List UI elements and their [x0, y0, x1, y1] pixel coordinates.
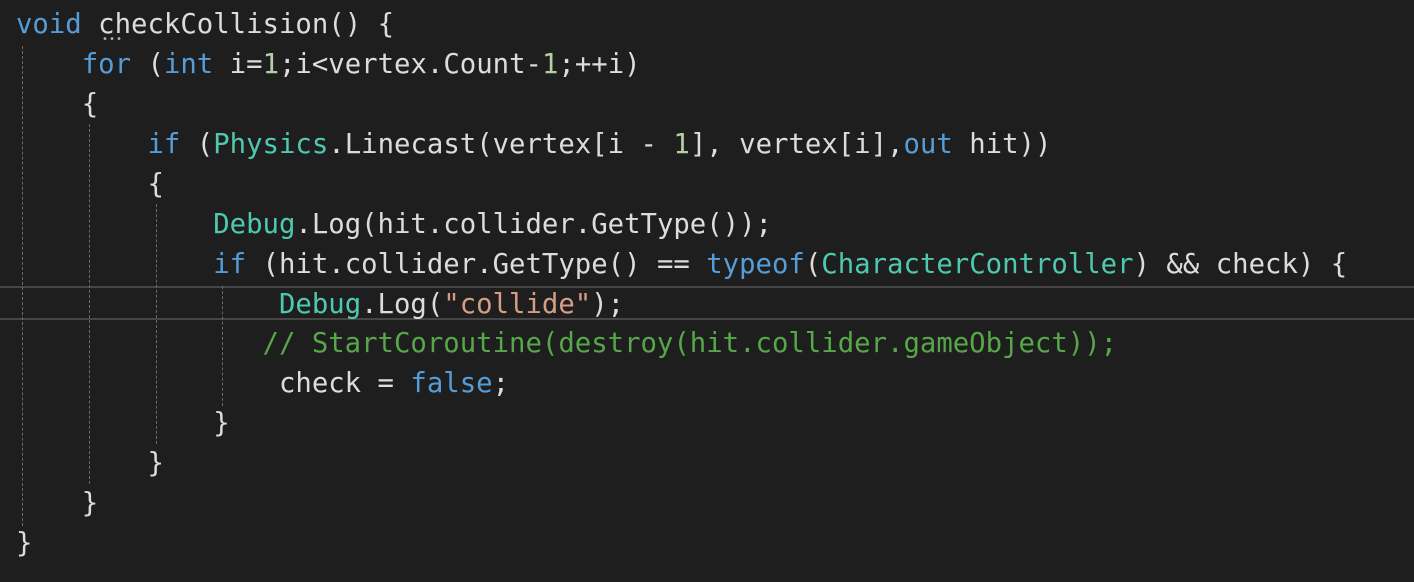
code-token: ], vertex[i],	[689, 129, 904, 160]
code-token: // StartCoroutine(destroy(hit.collider.g…	[262, 328, 1118, 359]
code-line[interactable]: Debug.Log("collide");	[16, 285, 624, 325]
code-token: Debug	[213, 209, 296, 240]
code-token: ;	[492, 368, 510, 399]
code-token: 1	[541, 49, 559, 80]
code-token: (hit.collider.GetType() ==	[246, 249, 707, 280]
code-token: }	[16, 488, 99, 519]
code-token: i=	[213, 49, 263, 80]
code-token: out	[903, 129, 953, 160]
code-token: if	[147, 129, 181, 160]
code-token: checkCollision() {	[81, 9, 394, 40]
code-token: void	[16, 9, 82, 40]
code-line[interactable]: if (hit.collider.GetType() == typeof(Cha…	[16, 245, 1347, 285]
code-line[interactable]: Debug.Log(hit.collider.GetType());	[16, 205, 772, 245]
code-token: int	[163, 49, 214, 80]
code-token: (	[180, 129, 214, 160]
code-token: .Log(hit.collider.GetType());	[295, 209, 772, 240]
code-line[interactable]: void checkCollision() {	[16, 5, 394, 45]
code-line[interactable]: // StartCoroutine(destroy(hit.collider.g…	[16, 324, 1118, 364]
code-token: (	[131, 49, 164, 80]
code-line[interactable]: for (int i=1;i<vertex.Count-1;++i)	[16, 45, 641, 85]
code-line[interactable]: {	[16, 165, 164, 205]
code-token: typeof	[706, 249, 805, 280]
code-token: hit))	[952, 129, 1052, 160]
code-token: }	[16, 448, 164, 479]
code-token: "collide"	[443, 289, 592, 320]
code-token: if	[213, 249, 247, 280]
code-token: .Log(	[361, 289, 444, 320]
code-line[interactable]: check = false;	[16, 364, 509, 404]
code-token: {	[16, 89, 99, 120]
code-token: }	[16, 528, 33, 559]
code-line[interactable]: }	[16, 524, 32, 564]
code-token: false	[410, 368, 493, 399]
code-token: for	[81, 49, 132, 80]
code-token: Physics	[213, 129, 329, 160]
code-line[interactable]: }	[16, 444, 164, 484]
code-token: CharacterController	[821, 249, 1134, 280]
code-token: ;++i)	[558, 49, 641, 80]
code-token: ;i<vertex.Count-	[279, 49, 542, 80]
code-token: (	[804, 249, 822, 280]
code-token: check =	[16, 368, 411, 399]
code-token: .Linecast(vertex[i -	[328, 129, 674, 160]
code-line[interactable]: if (Physics.Linecast(vertex[i - 1], vert…	[16, 125, 1051, 165]
code-token: ) && check) {	[1133, 249, 1348, 280]
code-token: 1	[673, 129, 690, 160]
code-token: }	[16, 408, 230, 439]
code-token: );	[591, 289, 625, 320]
code-line[interactable]: }	[16, 484, 98, 524]
code-token: Debug	[278, 289, 362, 320]
code-line[interactable]: {	[16, 85, 98, 125]
code-token: 1	[262, 49, 279, 80]
code-line[interactable]: }	[16, 404, 230, 444]
code-editor[interactable]: ••• void checkCollision() { for (int i=1…	[0, 0, 1414, 582]
code-token: {	[16, 169, 164, 200]
